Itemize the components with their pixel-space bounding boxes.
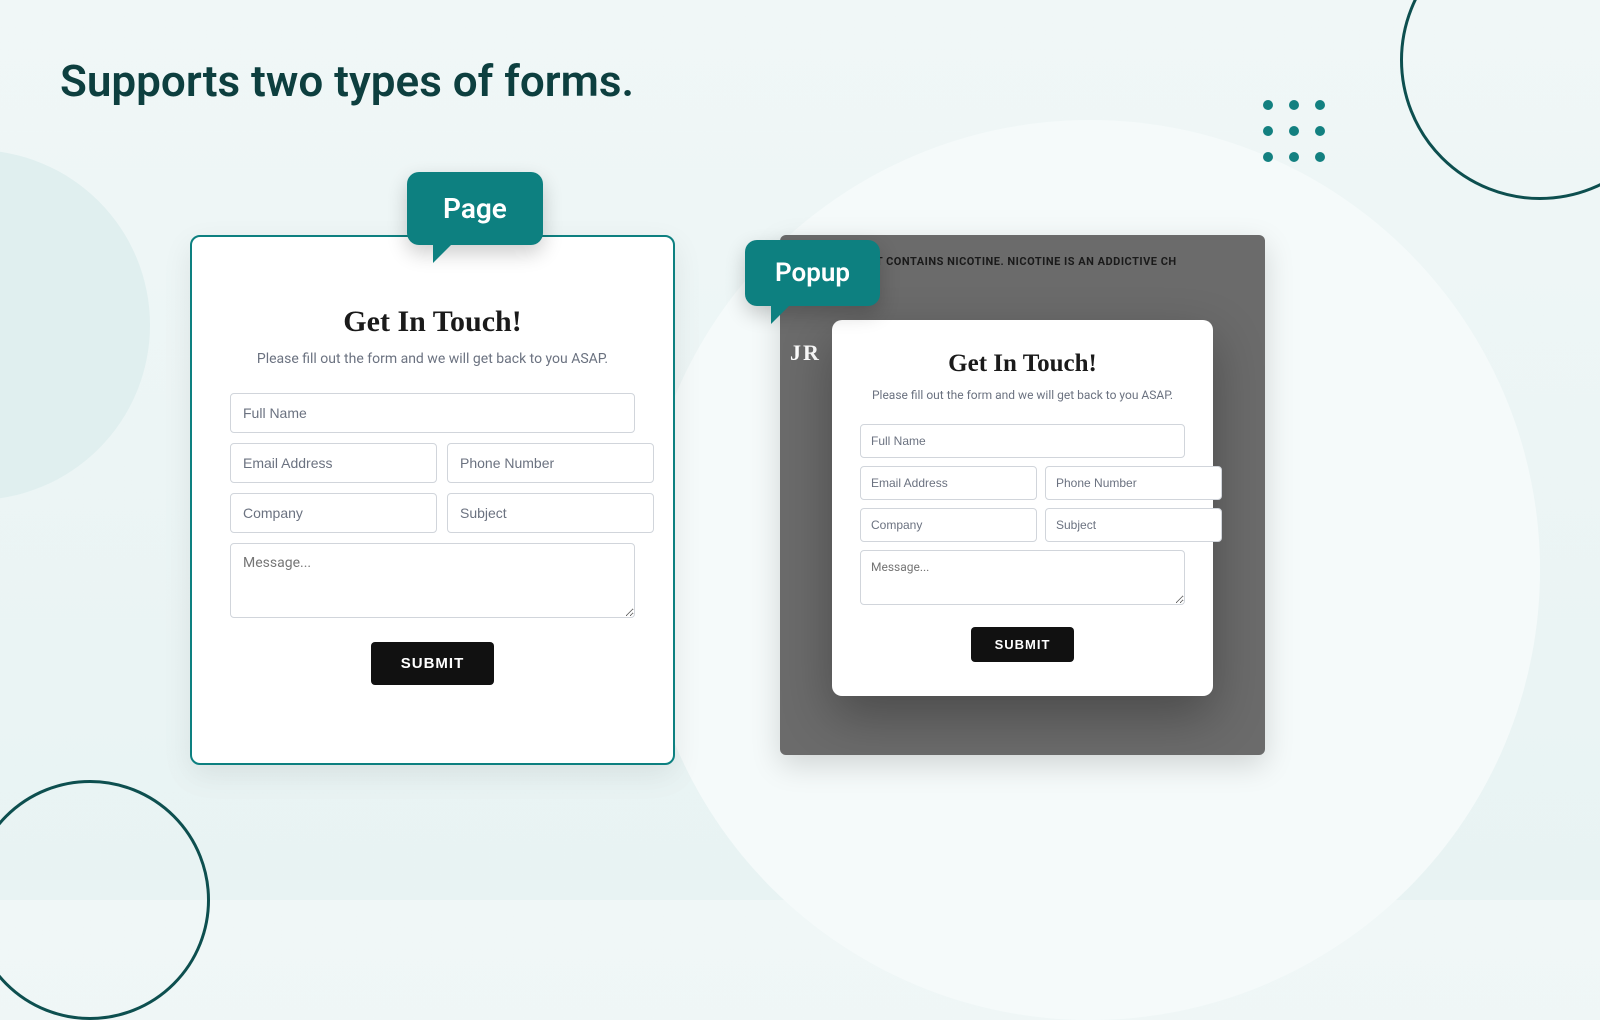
phone-input[interactable] [447, 443, 654, 483]
phone-input[interactable] [1045, 466, 1222, 500]
email-input[interactable] [230, 443, 437, 483]
company-input[interactable] [860, 508, 1037, 542]
decorative-arc-top [1400, 0, 1600, 200]
form-subtitle: Please fill out the form and we will get… [230, 351, 635, 367]
decorative-circle-left [0, 150, 150, 500]
submit-button[interactable]: SUBMIT [971, 627, 1075, 662]
page-form-card: Get In Touch! Please fill out the form a… [190, 235, 675, 765]
full-name-input[interactable] [860, 424, 1185, 458]
label-bubble-page: Page [407, 172, 543, 245]
submit-button[interactable]: SUBMIT [371, 642, 495, 685]
subject-input[interactable] [1045, 508, 1222, 542]
company-input[interactable] [230, 493, 437, 533]
message-textarea[interactable] [230, 543, 635, 618]
form-title: Get In Touch! [860, 350, 1185, 378]
form-subtitle: Please fill out the form and we will get… [860, 388, 1185, 402]
popup-form-card: Get In Touch! Please fill out the form a… [832, 320, 1213, 696]
page-heading: Supports two types of forms. [60, 55, 634, 107]
popup-backdrop: CT CONTAINS NICOTINE. NICOTINE IS AN ADD… [780, 235, 1265, 755]
backdrop-logo-fragment: JR [790, 340, 821, 366]
message-textarea[interactable] [860, 550, 1185, 605]
subject-input[interactable] [447, 493, 654, 533]
decorative-dots [1263, 100, 1325, 162]
full-name-input[interactable] [230, 393, 635, 433]
email-input[interactable] [860, 466, 1037, 500]
label-bubble-popup: Popup [745, 240, 880, 306]
decorative-arc-bottom [0, 780, 210, 1020]
form-title: Get In Touch! [230, 305, 635, 339]
